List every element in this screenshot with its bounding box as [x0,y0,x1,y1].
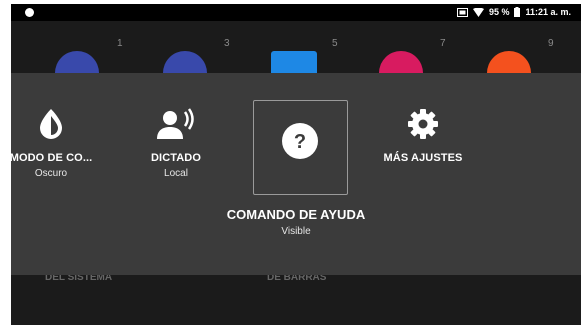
contrast-mode-value: Oscuro [34,168,68,179]
help-command-title: COMANDO DE AYUDA [226,207,366,222]
dictation-title: DICTADO [151,152,201,164]
bg-number: 1 [117,38,123,49]
dictation-button[interactable]: DICTADO Local [131,107,221,179]
bg-number: 7 [440,38,446,49]
contrast-icon [37,107,65,141]
more-settings-title: MÁS AJUSTES [383,152,463,164]
bg-camera-icon [379,51,423,73]
help-command-value: Visible [281,226,311,237]
bg-settings-icon [487,51,531,73]
dictation-value: Local [164,168,188,179]
contrast-mode-title: MODO DE CO... [11,152,93,164]
more-settings-button[interactable]: MÁS AJUSTES [373,107,473,164]
wifi-icon [472,7,484,17]
dictation-icon [156,107,196,141]
device-screen: 95 % 11:21 a. m. 1 3 5 7 9 DEL SISTEMA D… [11,4,581,325]
sim-icon [456,7,468,17]
help-icon: ? [281,122,319,160]
bg-number: 9 [548,38,554,49]
contrast-mode-button[interactable]: MODO DE CO... Oscuro [11,107,93,179]
bg-folder-icon [271,51,317,73]
help-command-button[interactable]: ? [253,100,348,195]
bg-app-icon [55,51,99,73]
gear-icon [407,107,439,141]
battery-percent: 95 % [488,7,510,17]
bg-app-icon [163,51,207,73]
bg-number: 5 [332,38,338,49]
battery-icon [514,7,521,17]
svg-text:?: ? [294,131,306,153]
bg-number: 3 [224,38,230,49]
notification-dot-icon [25,8,34,17]
quick-settings-overlay: MODO DE CO... Oscuro DICTADO Local ? COM… [11,73,581,275]
clock: 11:21 a. m. [525,7,571,17]
status-bar: 95 % 11:21 a. m. [11,4,581,21]
status-indicators: 95 % 11:21 a. m. [456,7,571,17]
